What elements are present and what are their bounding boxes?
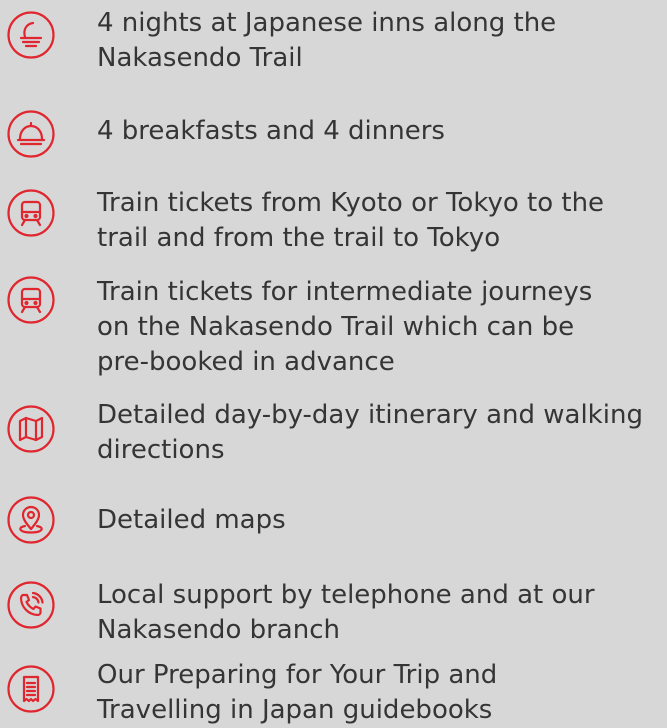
food-cloche-icon: [6, 109, 56, 159]
inclusion-text: Our Preparing for Your Trip and Travelli…: [97, 660, 498, 725]
inclusion-text: Local support by telephone and at our Na…: [97, 580, 595, 645]
phone-icon: [6, 580, 56, 630]
inclusion-text: Train tickets for intermediate journeys …: [97, 277, 593, 377]
inclusion-text: 4 nights at Japanese inns along the Naka…: [97, 8, 557, 73]
moon-bed-icon: [6, 10, 56, 60]
map-icon: [6, 404, 56, 454]
inclusion-text: Detailed maps: [97, 505, 286, 535]
inclusions-list: 4 nights at Japanese inns along the Naka…: [0, 0, 667, 728]
map-pin-icon: [6, 495, 56, 545]
guidebook-icon: [6, 664, 56, 714]
inclusion-text: Train tickets from Kyoto or Tokyo to the…: [97, 188, 605, 253]
inclusion-text: 4 breakfasts and 4 dinners: [97, 116, 445, 146]
train-icon: [6, 275, 56, 325]
inclusion-text: Detailed day-by-day itinerary and walkin…: [97, 400, 643, 465]
train-icon: [6, 188, 56, 238]
